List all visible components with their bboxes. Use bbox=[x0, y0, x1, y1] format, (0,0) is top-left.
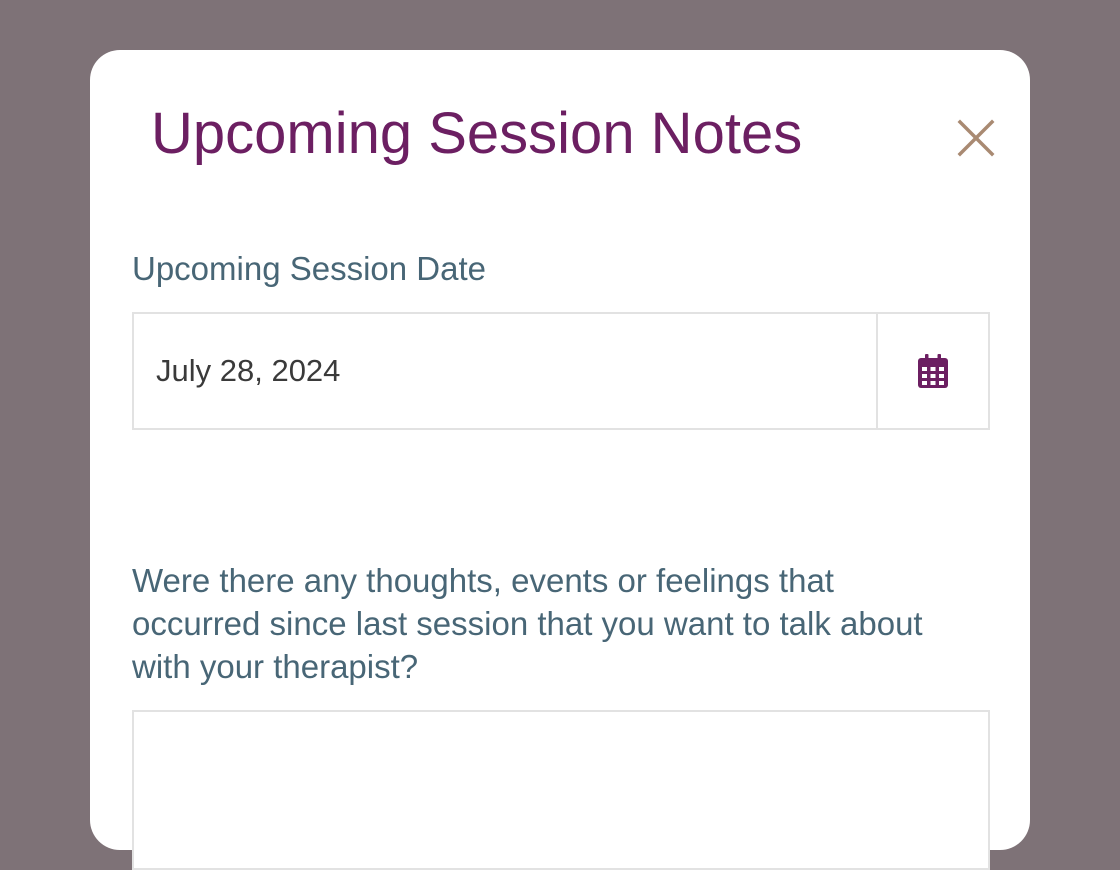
calendar-button[interactable] bbox=[876, 314, 988, 428]
close-button[interactable] bbox=[952, 114, 1000, 162]
calendar-icon bbox=[918, 354, 948, 388]
close-icon bbox=[957, 119, 995, 157]
session-notes-question: Were there any thoughts, events or feeli… bbox=[132, 562, 923, 685]
session-notes-modal: Upcoming Session Notes Upcoming Session … bbox=[90, 50, 1030, 870]
session-date-field[interactable]: July 28, 2024 bbox=[132, 312, 990, 430]
session-date-value[interactable]: July 28, 2024 bbox=[134, 314, 876, 428]
session-notes-textarea[interactable] bbox=[132, 710, 990, 870]
session-date-label: Upcoming Session Date bbox=[132, 250, 487, 287]
modal-title: Upcoming Session Notes bbox=[151, 101, 803, 166]
